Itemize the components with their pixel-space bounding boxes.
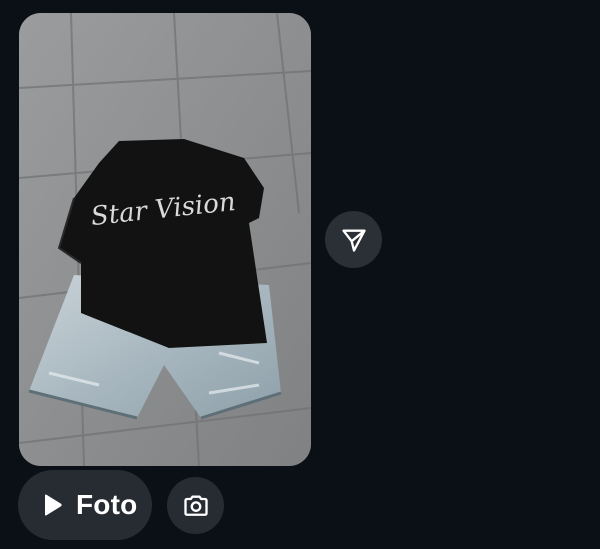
photo-message[interactable]: Star Vision [19,13,311,466]
camera-button[interactable] [167,477,224,534]
send-icon [341,229,366,252]
camera-icon [183,495,208,516]
chat-view: Star Vision Foto [0,0,600,549]
photo-image: Star Vision [19,13,311,466]
foto-button[interactable]: Foto [18,470,152,540]
send-button[interactable] [325,211,382,268]
play-icon [40,493,64,517]
foto-label: Foto [76,489,138,520]
